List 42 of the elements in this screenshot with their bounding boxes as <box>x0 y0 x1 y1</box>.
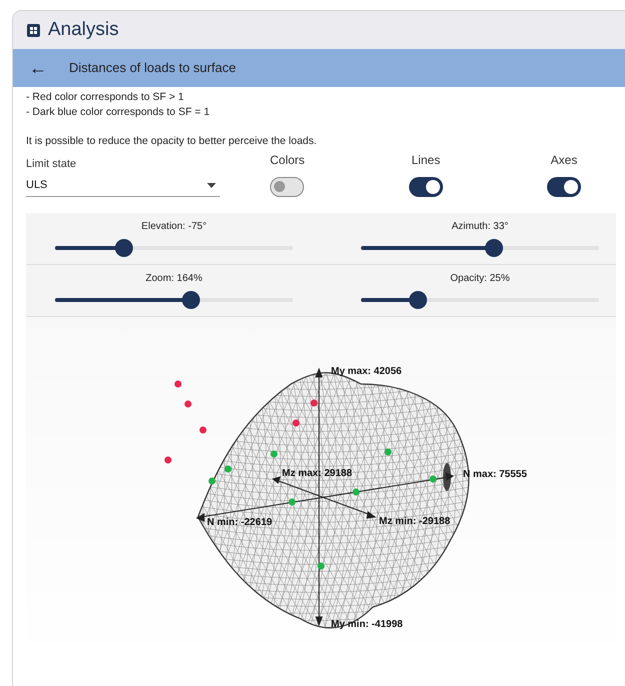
toggle-switch[interactable] <box>270 176 304 197</box>
load-point <box>200 426 206 434</box>
slider-thumb[interactable] <box>182 290 200 309</box>
load-point <box>430 475 436 482</box>
slider-label: Elevation: -75° <box>141 220 207 234</box>
toggle-switch[interactable] <box>547 176 581 197</box>
page-title: Analysis <box>48 18 119 42</box>
axis-label: My min: -41998 <box>331 618 403 632</box>
slider-thumb[interactable] <box>115 238 134 257</box>
hint-text: It is possible to reduce the opacity to better perceive the loads. <box>26 134 318 149</box>
load-point <box>270 450 278 458</box>
grid-icon <box>27 24 40 36</box>
load-point <box>174 380 182 388</box>
axis-label: Mz min: -29188 <box>379 514 450 529</box>
section-title: Distances of loads to surface <box>69 59 236 78</box>
slider-label: Zoom: 164% <box>146 272 202 286</box>
slider-thumb[interactable] <box>409 290 428 309</box>
legend-note: - Red color corresponds to SF > 1 <box>26 90 185 105</box>
load-point <box>384 448 392 456</box>
load-point <box>292 419 300 426</box>
slider-label: Opacity: 25% <box>450 272 510 286</box>
field-label: Limit state <box>26 156 78 172</box>
load-point <box>224 465 232 472</box>
load-point <box>208 477 216 484</box>
toggle-label: Lines <box>412 152 440 169</box>
load-point <box>164 456 172 464</box>
toggle-label: Axes <box>550 152 578 169</box>
slider-label: Azimuth: 33° <box>452 220 508 234</box>
toggle-label: Colors <box>270 152 305 169</box>
back-button[interactable]: ← <box>27 59 49 77</box>
load-point <box>352 488 360 496</box>
load-point <box>310 399 318 406</box>
axis-label: My max: 42056 <box>331 364 402 379</box>
legend-note: - Dark blue color corresponds to SF = 1 <box>26 105 211 120</box>
caret-icon <box>207 183 216 188</box>
toggle-switch[interactable] <box>408 176 443 197</box>
limit-state-select[interactable]: ULS <box>26 177 220 197</box>
load-point <box>288 498 296 506</box>
axis-label: N min: -22619 <box>207 516 272 530</box>
slider-thumb[interactable] <box>485 238 504 257</box>
load-point <box>318 562 324 570</box>
load-point <box>184 400 192 408</box>
